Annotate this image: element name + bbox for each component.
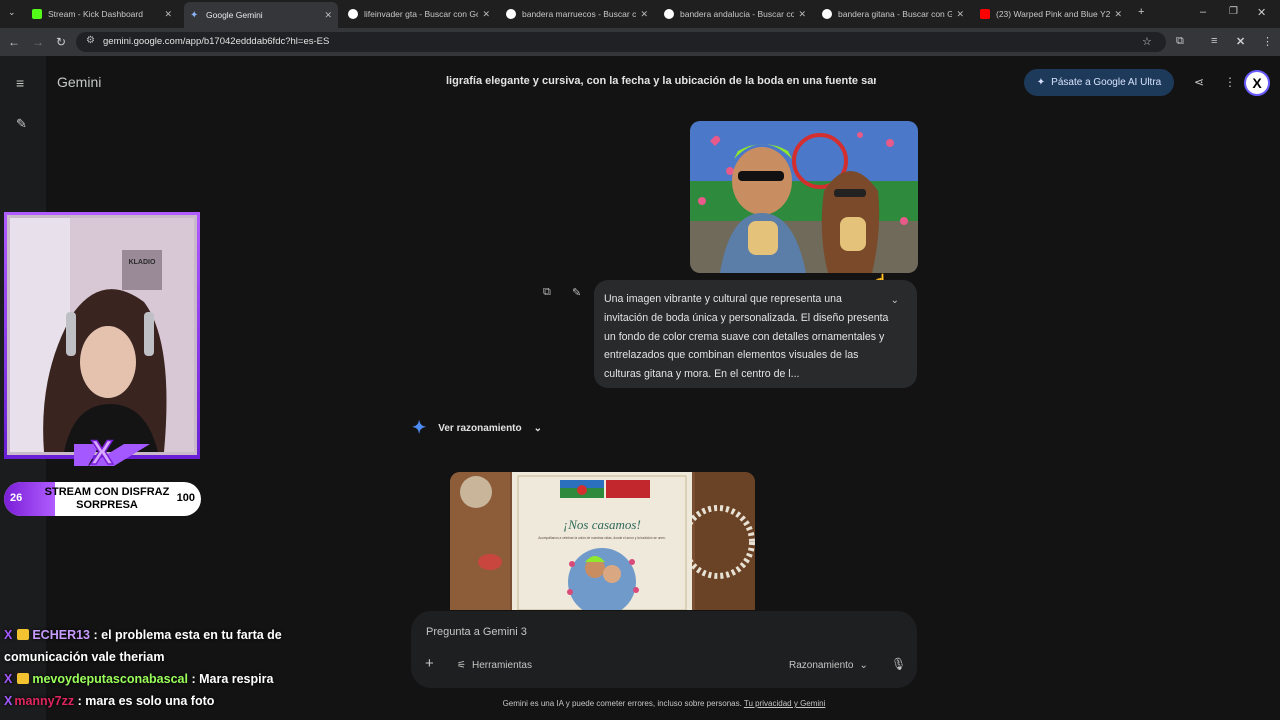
close-icon[interactable]: ✕	[640, 9, 648, 20]
share-icon[interactable]: ⋖	[1194, 75, 1204, 89]
tab-kick-dashboard[interactable]: Stream - Kick Dashboard ✕	[26, 3, 178, 25]
restore-icon[interactable]: ❐	[1229, 6, 1238, 17]
tab-bandera-gitana[interactable]: bandera gitana - Buscar con Go ✕	[816, 3, 970, 25]
google-icon	[506, 9, 516, 19]
webcam-overlay: KLADIO X	[3, 211, 201, 473]
chevron-down-icon: ⌄	[533, 422, 542, 434]
chevron-down-icon: ⌄	[859, 660, 868, 671]
omnibox[interactable]: ⚙ gemini.google.com/app/b17042edddab6fdc…	[76, 32, 1166, 52]
expand-chevron-icon[interactable]: ⌄	[891, 292, 899, 311]
disclaimer-text: Gemini es una IA y puede cometer errores…	[502, 699, 742, 708]
tools-label: Herramientas	[471, 660, 532, 671]
new-chat-icon[interactable]: ✎	[16, 116, 27, 132]
goal-label: STREAM CON DISFRAZ SORPRESA	[44, 486, 170, 511]
gemini-spark-icon: ✦	[190, 10, 199, 21]
x-badge-icon: X	[4, 694, 13, 708]
more-options-icon[interactable]: ⋮	[1224, 75, 1236, 89]
invitation-subtext: Acompáñanos a celebrar la unión de nuest…	[538, 536, 666, 540]
window-close-icon[interactable]: ✕	[1257, 6, 1266, 19]
add-attachment-icon[interactable]: +	[425, 655, 434, 672]
google-icon	[664, 9, 674, 19]
stream-goal-bar: 26 STREAM CON DISFRAZ SORPRESA 100	[4, 482, 201, 516]
browser-tab-bar: ⌄ Stream - Kick Dashboard ✕ ✦ Google Gem…	[0, 0, 1280, 28]
tools-icon: ⚟	[457, 660, 466, 671]
close-icon[interactable]: ✕	[798, 9, 806, 20]
chat-username: manny7zz	[14, 694, 75, 708]
back-icon[interactable]: ←	[8, 35, 20, 49]
tab-lifeinvader[interactable]: lifeinvader gta - Buscar con Go ✕	[342, 3, 496, 25]
user-message-text: Una imagen vibrante y cultural que repre…	[604, 293, 889, 381]
spark-icon: ✦	[1036, 77, 1046, 88]
chat-message: Xmanny7zz : mara es solo una foto	[4, 690, 334, 712]
site-info-icon[interactable]: ⚙	[86, 35, 95, 46]
mode-selector[interactable]: Razonamiento ⌄	[789, 660, 868, 671]
account-avatar[interactable]: X	[1244, 70, 1270, 96]
tab-search-icon[interactable]: ⌄	[8, 7, 16, 18]
reload-icon[interactable]: ↻	[56, 35, 66, 49]
x-badge-icon: X	[4, 672, 13, 686]
chat-message: X ECHER13 : el problema esta en tu farta …	[4, 624, 334, 668]
disclaimer: Gemini es una IA y puede cometer errores…	[411, 699, 917, 708]
chat-username: ECHER13	[32, 628, 91, 642]
address-bar: ← → ↻ ⚙ gemini.google.com/app/b17042eddd…	[0, 28, 1280, 56]
close-icon[interactable]: ✕	[482, 9, 490, 20]
user-uploaded-image[interactable]	[690, 121, 918, 273]
forward-icon[interactable]: →	[32, 35, 44, 49]
user-message-bubble: Una imagen vibrante y cultural que repre…	[594, 280, 917, 388]
generated-invitation-image[interactable]: ¡Nos casamos! Acompáñanos a celebrar la …	[450, 472, 755, 610]
copy-icon[interactable]: ⧉	[543, 286, 551, 299]
tab-google-gemini[interactable]: ✦ Google Gemini ✕	[184, 2, 338, 28]
reasoning-label: Ver razonamiento	[438, 422, 522, 434]
reasoning-toggle[interactable]: ✦ Ver razonamiento ⌄	[412, 418, 542, 438]
close-icon[interactable]: ✕	[324, 10, 332, 21]
google-icon	[348, 9, 358, 19]
new-tab-icon[interactable]: +	[1138, 6, 1144, 18]
goal-current: 26	[10, 492, 23, 504]
youtube-icon	[980, 9, 990, 19]
close-icon[interactable]: ✕	[1114, 9, 1122, 20]
tools-button[interactable]: ⚟ Herramientas	[457, 660, 532, 671]
gemini-brand[interactable]: Gemini	[57, 74, 101, 90]
prompt-box[interactable]: Pregunta a Gemini 3 + ⚟ Herramientas Raz…	[411, 611, 917, 688]
edit-icon[interactable]: ✎	[572, 286, 581, 299]
profile-icon[interactable]: ✕	[1236, 35, 1245, 48]
media-icon[interactable]: ≡	[1211, 35, 1217, 47]
chat-text: : Mara respira	[191, 672, 274, 686]
close-icon[interactable]: ✕	[164, 9, 172, 20]
x-badge-icon: X	[4, 628, 13, 642]
browser-menu-icon[interactable]: ⋮	[1262, 35, 1273, 48]
upgrade-label: Pásate a Google AI Ultra	[1051, 77, 1162, 88]
invitation-headline: ¡Nos casamos!	[563, 517, 641, 532]
tab-youtube-warped[interactable]: (23) Warped Pink and Blue Y2k ✕	[974, 3, 1128, 25]
stream-chat: X ECHER13 : el problema esta en tu farta …	[4, 624, 334, 712]
url-text: gemini.google.com/app/b17042edddab6fdc?h…	[103, 36, 330, 47]
mode-label: Razonamiento	[789, 660, 854, 671]
minimize-icon[interactable]: –	[1200, 6, 1206, 18]
conversation-title: ligrafía elegante y cursiva, con la fech…	[446, 75, 876, 87]
menu-icon[interactable]: ≡	[16, 75, 24, 91]
chat-message: Xmevoydeputasconabascal : Mara respira	[4, 668, 334, 690]
goal-target: 100	[176, 492, 195, 504]
crown-badge-icon	[17, 673, 30, 684]
kick-icon	[32, 9, 42, 19]
crown-badge-icon	[17, 629, 30, 640]
bookmark-star-icon[interactable]: ☆	[1142, 35, 1152, 48]
upgrade-button[interactable]: ✦ Pásate a Google AI Ultra	[1024, 69, 1174, 96]
cam-poster-text: KLADIO	[129, 259, 156, 266]
extensions-icon[interactable]: ⧉	[1176, 35, 1184, 48]
chat-text: : mara es solo una foto	[77, 694, 215, 708]
close-icon[interactable]: ✕	[956, 9, 964, 20]
prompt-input[interactable]: Pregunta a Gemini 3	[426, 626, 527, 638]
gemini-spark-icon: ✦	[412, 418, 427, 437]
microphone-icon[interactable]: 🎙	[891, 657, 906, 671]
chat-username: mevoydeputasconabascal	[32, 672, 188, 686]
google-icon	[822, 9, 832, 19]
x-logo: X	[91, 434, 114, 466]
tab-bandera-marruecos[interactable]: bandera marruecos - Buscar con ✕	[500, 3, 654, 25]
privacy-link[interactable]: Tu privacidad y Gemini	[744, 699, 826, 708]
tab-bandera-andalucia[interactable]: bandera andalucia - Buscar con ✕	[658, 3, 812, 25]
